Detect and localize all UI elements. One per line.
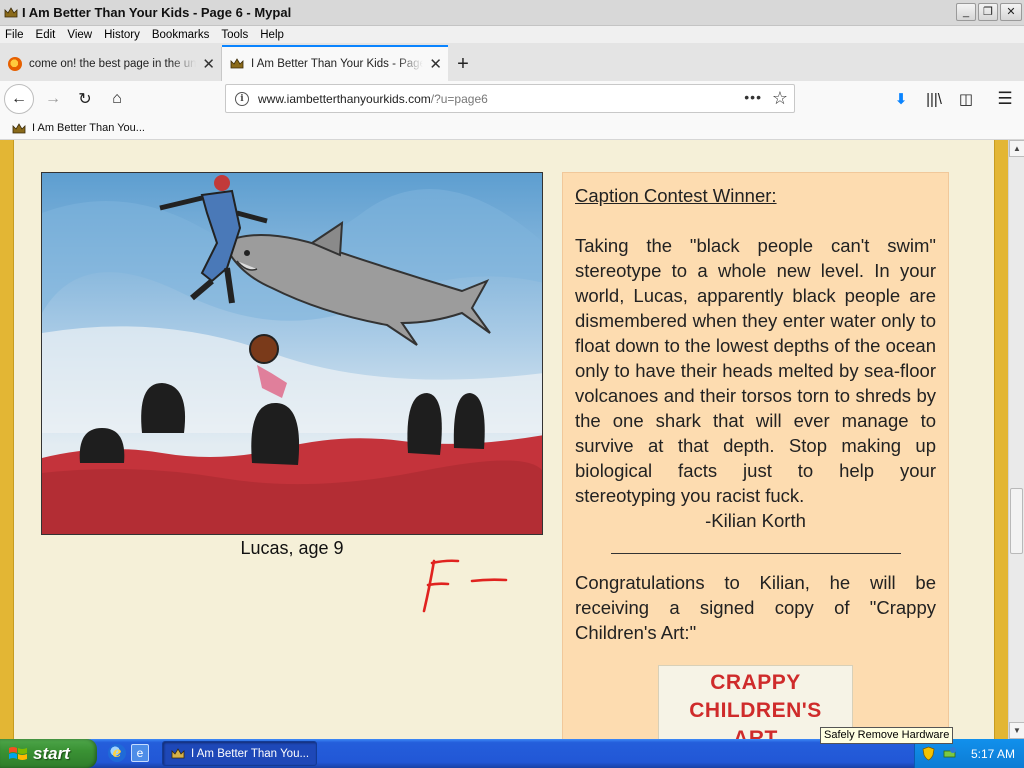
clock[interactable]: 5:17 AM [971, 747, 1015, 761]
close-window-button[interactable]: ✕ [1000, 3, 1022, 21]
menu-help[interactable]: Help [260, 29, 284, 41]
url-text[interactable]: www.iambetterthanyourkids.com/?u=page6 [258, 92, 488, 106]
tray-tooltip: Safely Remove Hardware [820, 727, 954, 744]
crown-bookmark-icon [12, 122, 26, 133]
url-host: www.iambetterthanyourkids.com [258, 91, 431, 106]
firefox-favicon-icon [8, 57, 22, 71]
menu-file[interactable]: File [5, 29, 24, 41]
page-actions-icon[interactable]: ••• [744, 89, 762, 105]
page-viewport: Lucas, age 9 F- Caption Contest Winner: … [0, 140, 1008, 739]
close-tab-icon[interactable]: ✕ [429, 55, 442, 73]
menu-edit[interactable]: Edit [36, 29, 56, 41]
menu-bar: File Edit View History Bookmarks Tools H… [0, 26, 1024, 43]
site-info-icon[interactable]: i [235, 91, 249, 106]
caption-text: Taking the "black people can't swim" ste… [575, 235, 936, 506]
url-path: /?u=page6 [430, 91, 488, 106]
menu-history[interactable]: History [104, 29, 140, 41]
bookmarks-toolbar: I Am Better Than You... [0, 117, 1024, 140]
download-icon[interactable]: ⬇ [891, 89, 911, 109]
scroll-up-button[interactable]: ▲ [1009, 140, 1024, 157]
menu-bookmarks[interactable]: Bookmarks [152, 29, 210, 41]
book-title-line: CRAPPY [710, 671, 801, 694]
tab-label: come on! the best page in the universe [29, 58, 197, 70]
scroll-down-button[interactable]: ▼ [1009, 722, 1024, 739]
gold-border-right [994, 140, 1008, 739]
taskbar-window-button[interactable]: I Am Better Than You... [162, 741, 317, 766]
tab-best-page[interactable]: come on! the best page in the universe ✕ [0, 47, 222, 81]
quicklaunch-icon[interactable]: e [131, 744, 149, 762]
safely-remove-hardware-icon[interactable] [942, 746, 957, 761]
menu-tools[interactable]: Tools [221, 29, 248, 41]
title-bar: I Am Better Than Your Kids - Page 6 - My… [0, 0, 1024, 26]
navigation-toolbar: ← → ↻ ⌂ i www.iambetterthanyourkids.com/… [0, 81, 1024, 117]
tab-label: I Am Better Than Your Kids - Page 6 [251, 58, 424, 70]
internet-explorer-icon[interactable]: e [108, 744, 126, 762]
home-button[interactable]: ⌂ [102, 84, 132, 114]
bookmark-star-icon[interactable]: ☆ [772, 88, 788, 109]
hamburger-menu-icon[interactable]: ☰ [995, 89, 1015, 109]
app-crown-icon [4, 6, 18, 17]
congratulations-text: Congratulations to Kilian, he will be re… [575, 572, 936, 643]
caption-contest-box: Caption Contest Winner: Taking the "blac… [562, 172, 949, 739]
security-shield-icon[interactable] [921, 746, 936, 761]
tab-strip: come on! the best page in the universe ✕… [0, 43, 1024, 81]
window-controls: _ ❐ ✕ [956, 3, 1022, 21]
caption-author: -Kilian Korth [705, 510, 806, 531]
task-label: I Am Better Than You... [191, 747, 310, 760]
windows-flag-icon [9, 746, 27, 760]
sidebar-icon[interactable]: ◫ [956, 89, 976, 109]
close-tab-icon[interactable]: ✕ [202, 55, 215, 73]
divider [610, 553, 901, 554]
url-bar[interactable]: i www.iambetterthanyourkids.com/?u=page6… [225, 84, 795, 113]
menu-view[interactable]: View [67, 29, 92, 41]
book-title-line: CHILDREN'S [689, 699, 822, 722]
crown-favicon-icon [230, 58, 244, 69]
caption-contest-title: Caption Contest Winner: [575, 185, 777, 206]
tab-better-than-kids[interactable]: I Am Better Than Your Kids - Page 6 ✕ [222, 45, 448, 81]
minimize-button[interactable]: _ [956, 3, 976, 21]
child-painting-image [41, 172, 543, 535]
back-button[interactable]: ← [4, 84, 34, 114]
start-button[interactable]: start [0, 739, 97, 768]
gold-border-left [0, 140, 14, 739]
vertical-scrollbar[interactable]: ▲ ▼ [1008, 140, 1024, 739]
start-label: start [33, 743, 70, 763]
new-tab-button[interactable]: + [448, 47, 478, 81]
scroll-thumb[interactable] [1010, 488, 1023, 554]
bookmark-item[interactable]: I Am Better Than You... [32, 122, 145, 134]
window-title: I Am Better Than Your Kids - Page 6 - My… [22, 5, 292, 20]
maximize-button[interactable]: ❐ [978, 3, 998, 21]
reload-button[interactable]: ↻ [70, 84, 100, 114]
library-icon[interactable]: |||\ [924, 89, 944, 109]
grade-f-minus: F- [422, 559, 508, 613]
forward-button[interactable]: → [38, 84, 68, 114]
crown-task-icon [171, 748, 185, 759]
